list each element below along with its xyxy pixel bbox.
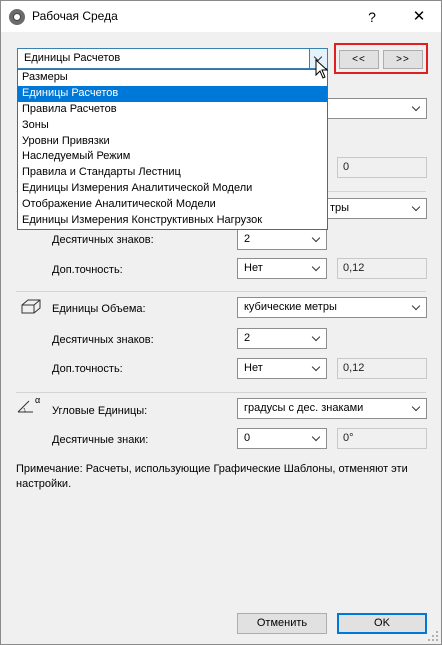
volume-units-value: кубические метры: [244, 301, 337, 313]
ok-button[interactable]: OK: [337, 613, 427, 634]
dropdown-option[interactable]: Зоны: [18, 118, 327, 134]
chevron-down-icon[interactable]: [308, 359, 326, 378]
close-button[interactable]: ✕: [399, 4, 439, 30]
volume-decimals-select[interactable]: 2: [237, 328, 327, 349]
chevron-down-icon[interactable]: [308, 259, 326, 278]
cancel-button[interactable]: Отменить: [237, 613, 327, 634]
area-decimals-value: 2: [244, 233, 251, 245]
volume-decimals-label: Десятичных знаков:: [52, 334, 154, 346]
prev-page-button[interactable]: <<: [339, 50, 379, 69]
separator: [16, 392, 426, 393]
angle-icon: [17, 400, 33, 413]
dropdown-option[interactable]: Наследуемый Режим: [18, 149, 327, 165]
alpha-symbol: α: [35, 395, 41, 405]
volume-units-select[interactable]: кубические метры: [237, 297, 427, 318]
area-extra-precision-value: Нет: [244, 262, 263, 274]
area-extra-precision-label: Доп.точность:: [52, 264, 123, 276]
chevron-down-icon[interactable]: [308, 329, 326, 348]
nav-buttons-highlight: << >>: [334, 43, 428, 74]
angle-units-label: Угловые Единицы:: [52, 405, 148, 417]
angle-decimals-value: 0: [244, 432, 251, 444]
angle-decimals-select[interactable]: 0: [237, 428, 327, 449]
dropdown-option[interactable]: Единицы Измерения Конструктивных Нагрузо…: [18, 213, 327, 229]
chevron-down-icon[interactable]: [308, 429, 326, 448]
help-button[interactable]: ?: [357, 4, 387, 30]
angle-units-select[interactable]: градусы с дес. знаками: [237, 398, 427, 419]
title-bar: Рабочая Среда ? ✕: [1, 1, 441, 32]
dropdown-option[interactable]: Правила и Стандарты Лестниц: [18, 165, 327, 181]
chevron-down-icon[interactable]: [308, 230, 326, 249]
area-unit-value: тры: [330, 202, 350, 214]
window-title: Рабочая Среда: [32, 9, 118, 23]
volume-result-value: 0,12: [337, 358, 427, 379]
category-select[interactable]: Единицы Расчетов: [17, 48, 328, 69]
note-text: Примечание: Расчеты, использующие Графич…: [16, 463, 408, 490]
volume-extra-precision-value: Нет: [244, 362, 263, 374]
area-decimals-select[interactable]: 2: [237, 229, 327, 250]
chevron-down-icon[interactable]: [408, 298, 426, 317]
next-page-button[interactable]: >>: [383, 50, 423, 69]
area-result-value: 0,12: [337, 258, 427, 279]
category-dropdown-list[interactable]: Размеры Единицы Расчетов Правила Расчетов З…: [17, 69, 328, 230]
chevron-down-icon[interactable]: [408, 399, 426, 418]
hidden-value-box: 0: [337, 157, 427, 178]
volume-units-label: Единицы Объема:: [52, 303, 146, 315]
area-extra-precision-select[interactable]: Нет: [237, 258, 327, 279]
volume-decimals-value: 2: [244, 332, 251, 344]
volume-extra-precision-label: Доп.точность:: [52, 363, 123, 375]
angle-result-value: 0°: [337, 428, 427, 449]
dropdown-option[interactable]: Уровни Привязки: [18, 134, 327, 150]
dropdown-option[interactable]: Единицы Расчетов: [18, 85, 327, 102]
volume-cube-icon: [21, 299, 41, 314]
separator: [16, 291, 426, 292]
angle-units-value: градусы с дес. знаками: [244, 402, 364, 414]
angle-decimals-label: Десятичные знаки:: [52, 434, 149, 446]
mouse-cursor-icon: [315, 59, 329, 79]
area-decimals-label: Десятичных знаков:: [52, 234, 154, 246]
dropdown-option[interactable]: Размеры: [18, 70, 327, 86]
dropdown-option[interactable]: Правила Расчетов: [18, 102, 327, 118]
dropdown-option[interactable]: Отображение Аналитической Модели: [18, 197, 327, 213]
volume-extra-precision-select[interactable]: Нет: [237, 358, 327, 379]
dialog-window: Рабочая Среда ? ✕ Единицы Расчетов << >>…: [0, 0, 442, 645]
category-select-value: Единицы Расчетов: [24, 52, 121, 64]
resize-grip-icon[interactable]: [428, 631, 438, 641]
archicad-app-icon: [9, 9, 25, 25]
chevron-down-icon[interactable]: [408, 99, 426, 118]
dropdown-option[interactable]: Единицы Измерения Аналитической Модели: [18, 181, 327, 197]
chevron-down-icon[interactable]: [408, 199, 426, 218]
